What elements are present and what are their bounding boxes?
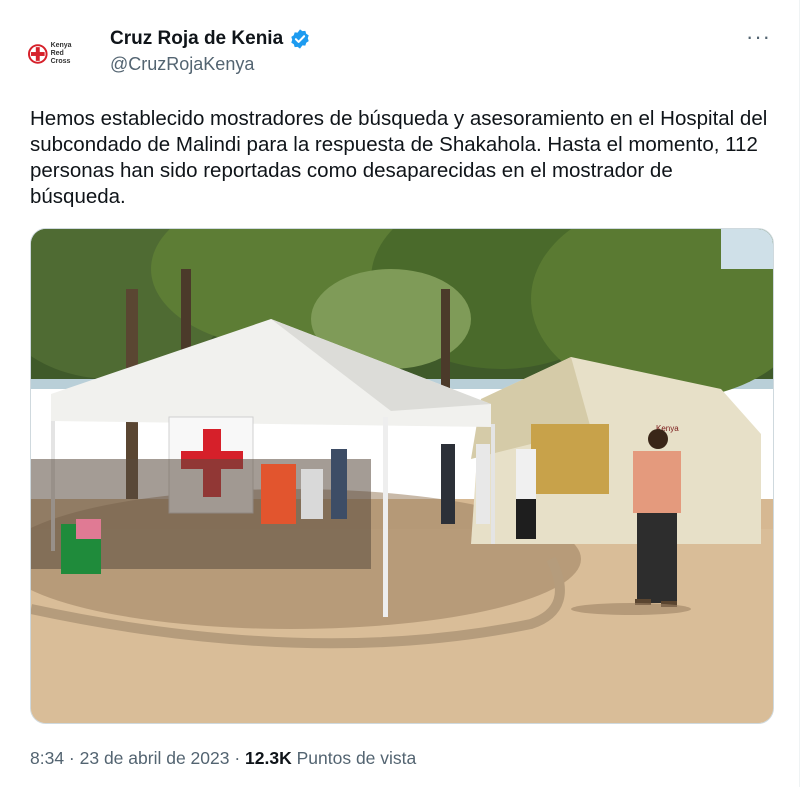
author-avatar[interactable]: Kenya Red Cross [28, 30, 76, 78]
tweet-photo[interactable]: Kenya [30, 228, 774, 724]
author-handle[interactable]: @CruzRojaKenya [110, 54, 254, 75]
tweet-date[interactable]: 23 de abril de 2023 [80, 748, 230, 768]
verified-badge-icon [291, 29, 309, 49]
views-label: Puntos de vista [296, 748, 417, 768]
red-cross-logo-icon [28, 44, 48, 64]
tweet-text: Hemos establecido mostradores de búsqued… [30, 107, 768, 208]
tweet-card: Kenya Red Cross Cruz Roja de Kenia @Cruz… [0, 0, 800, 787]
author-display-name-row[interactable]: Cruz Roja de Kenia [110, 28, 311, 50]
views-count: 12.3K [245, 748, 292, 768]
tweet-time[interactable]: 8:34 [30, 748, 64, 768]
tweet-meta: 8:34 · 23 de abril de 2023 · 12.3K Punto… [30, 748, 416, 769]
meta-separator: · [64, 748, 80, 768]
photo-illustration: Kenya [31, 229, 773, 723]
meta-separator: · [229, 748, 246, 768]
more-options-button[interactable]: ··· [746, 24, 771, 50]
author-display-name[interactable]: Cruz Roja de Kenia [110, 28, 283, 50]
avatar-logo-text: Kenya Red Cross [50, 42, 72, 65]
